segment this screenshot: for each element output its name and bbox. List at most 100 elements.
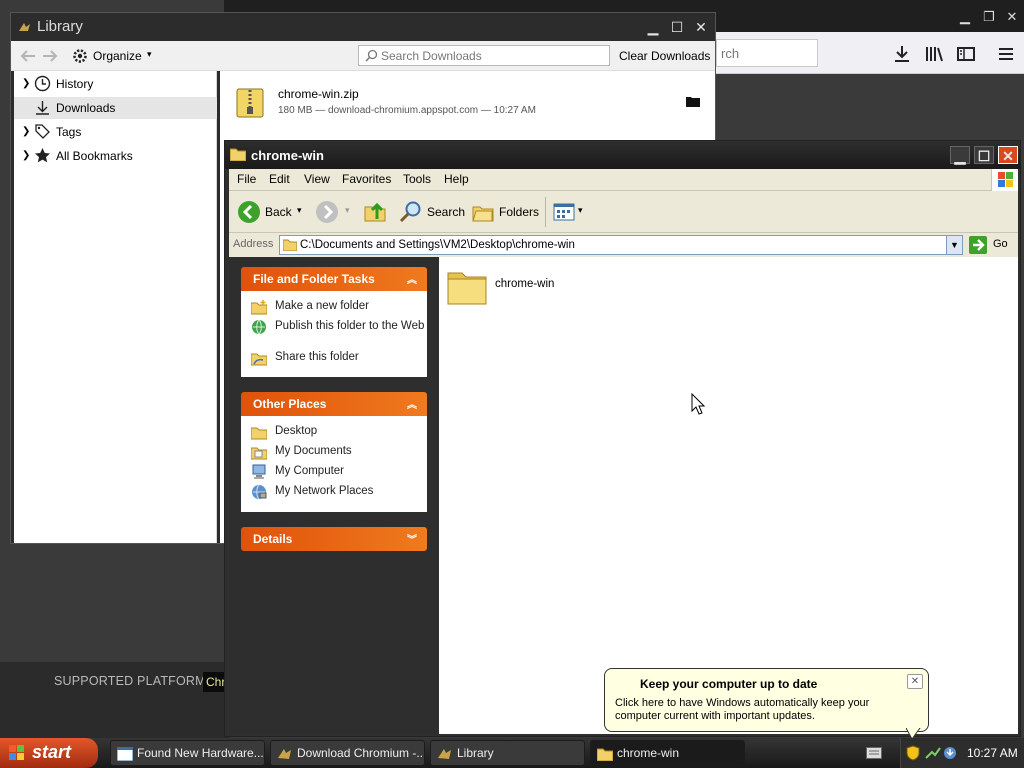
folder-icon	[230, 147, 246, 161]
up-folder-icon[interactable]	[363, 199, 387, 223]
browser-icon	[277, 747, 293, 761]
other-places-header[interactable]: Other Places ︽	[241, 392, 427, 416]
explorer-minimize-button[interactable]: ▁	[950, 146, 970, 164]
my-documents-icon	[251, 444, 267, 460]
keyboard-icon[interactable]	[866, 747, 882, 759]
address-dropdown-icon[interactable]: ▼	[946, 236, 962, 254]
search-icon	[365, 49, 378, 62]
menu-favorites[interactable]: Favorites	[342, 172, 391, 186]
sidebar-item-downloads[interactable]: Downloads	[14, 97, 217, 119]
menu-help[interactable]: Help	[444, 172, 469, 186]
task-label: Share this folder	[275, 351, 359, 363]
task-label: Make a new folder	[275, 300, 369, 312]
library-maximize-button[interactable]: ☐	[667, 18, 687, 36]
sidebar-item-tags[interactable]: ❯ Tags	[14, 121, 217, 143]
panel-title: Details	[253, 532, 293, 546]
standard-toolbar: Back ▾ ▾ Search Folders ▾	[229, 191, 1018, 233]
back-arrow-icon	[237, 200, 261, 224]
back-button[interactable]: Back ▾	[233, 197, 307, 227]
task-chrome-win[interactable]: chrome-win	[590, 740, 745, 766]
download-item[interactable]: chrome-win.zip 180 MB — download-chromiu…	[220, 79, 715, 131]
firefox-search-input[interactable]: rch	[716, 39, 818, 67]
task-new-folder[interactable]: Make a new folder	[251, 299, 427, 315]
library-minimize-button[interactable]: ▁	[643, 18, 663, 36]
start-label: start	[32, 742, 72, 762]
menu-tools[interactable]: Tools	[403, 172, 431, 186]
share-folder-icon	[251, 350, 267, 366]
forward-arrow-icon[interactable]	[315, 200, 339, 224]
task-publish-web[interactable]: Publish this folder to the Web	[251, 319, 427, 347]
security-shield-icon[interactable]	[906, 745, 920, 761]
explorer-maximize-button[interactable]: ☐	[974, 146, 994, 164]
sidebar-item-history[interactable]: ❯ History	[14, 73, 217, 95]
gear-icon	[71, 47, 89, 65]
menu-icon[interactable]	[994, 42, 1018, 66]
folder-icon	[447, 267, 487, 305]
panel-title: File and Folder Tasks	[253, 272, 375, 286]
explorer-close-button[interactable]: ✕	[998, 146, 1018, 164]
place-my-computer[interactable]: My Computer	[251, 464, 427, 480]
firefox-close-button[interactable]: ✕	[1001, 6, 1023, 28]
details-header[interactable]: Details ︾	[241, 527, 427, 551]
sidebar-item-label: Tags	[56, 125, 82, 139]
sidebar-item-all-bookmarks[interactable]: ❯ All Bookmarks	[14, 145, 217, 167]
library-search-input[interactable]: Search Downloads	[358, 45, 610, 66]
update-icon[interactable]	[943, 746, 957, 760]
task-pane: File and Folder Tasks ︽ Make a new folde…	[229, 257, 439, 734]
chevron-down-icon[interactable]: ▾	[297, 205, 302, 216]
clock[interactable]: 10:27 AM	[967, 746, 1018, 760]
sidebar-icon[interactable]	[954, 42, 978, 66]
task-library[interactable]: Library	[430, 740, 585, 766]
library-icon[interactable]	[922, 42, 946, 66]
close-icon[interactable]: ✕	[907, 674, 923, 689]
organize-button[interactable]: Organize ▾	[71, 46, 152, 66]
views-button[interactable]: ▾	[551, 199, 587, 225]
expand-arrow-icon[interactable]: ❯	[22, 73, 30, 95]
menu-bar: File Edit View Favorites Tools Help	[229, 169, 1018, 191]
downloads-icon[interactable]	[890, 42, 914, 66]
expand-arrow-icon[interactable]: ❯	[22, 121, 30, 143]
place-label: Desktop	[275, 425, 318, 437]
explorer-title-bar: chrome-win ▁ ☐ ✕	[225, 141, 1020, 169]
clear-downloads-button[interactable]: Clear Downloads	[619, 49, 710, 63]
views-icon	[553, 201, 575, 223]
explorer-title: chrome-win	[251, 148, 324, 163]
expand-chevron-icon[interactable]: ︾	[407, 531, 417, 546]
search-label: Search	[427, 205, 466, 219]
collapse-chevron-icon[interactable]: ︽	[407, 271, 417, 286]
place-desktop[interactable]: Desktop	[251, 424, 427, 440]
go-button[interactable]: Go	[969, 235, 1015, 255]
collapse-chevron-icon[interactable]: ︽	[407, 396, 417, 411]
network-icon	[251, 484, 267, 500]
folders-button[interactable]: Folders	[469, 197, 539, 227]
place-my-documents[interactable]: My Documents	[251, 444, 427, 460]
task-download-chromium[interactable]: Download Chromium -...	[270, 740, 425, 766]
firefox-minimize-button[interactable]: ▁	[954, 6, 976, 28]
open-folder-icon[interactable]	[686, 95, 700, 107]
menu-view[interactable]: View	[304, 172, 330, 186]
mouse-cursor-icon	[691, 393, 705, 415]
update-notification-balloon[interactable]: Keep your computer up to date Click here…	[604, 668, 929, 732]
search-button[interactable]: Search	[397, 197, 466, 227]
place-my-network-places[interactable]: My Network Places	[251, 484, 427, 500]
menu-file[interactable]: File	[237, 172, 256, 186]
file-tasks-header[interactable]: File and Folder Tasks ︽	[241, 267, 427, 291]
folder-item[interactable]: chrome-win	[447, 267, 567, 307]
task-label: Library	[457, 746, 494, 760]
expand-arrow-icon[interactable]: ❯	[22, 145, 30, 167]
magnifier-icon	[399, 200, 423, 224]
forward-arrow-icon[interactable]	[41, 47, 59, 65]
download-arrow-icon	[34, 99, 51, 116]
firefox-restore-button[interactable]: ❐	[978, 6, 1000, 28]
back-arrow-icon[interactable]	[19, 47, 37, 65]
task-label: chrome-win	[617, 746, 680, 760]
address-input[interactable]: C:\Documents and Settings\VM2\Desktop\ch…	[279, 235, 963, 255]
task-found-new-hardware[interactable]: Found New Hardware...	[110, 740, 265, 766]
library-sidebar: ❯ History Downloads ❯ Tags ❯ All Bookmar…	[14, 71, 217, 543]
start-button[interactable]: start	[0, 738, 98, 768]
network-activity-icon[interactable]	[925, 746, 941, 760]
task-share-folder[interactable]: Share this folder	[251, 350, 427, 366]
library-close-button[interactable]: ✕	[691, 18, 711, 36]
menu-edit[interactable]: Edit	[269, 172, 290, 186]
task-label: Publish this folder to the Web	[275, 320, 425, 332]
